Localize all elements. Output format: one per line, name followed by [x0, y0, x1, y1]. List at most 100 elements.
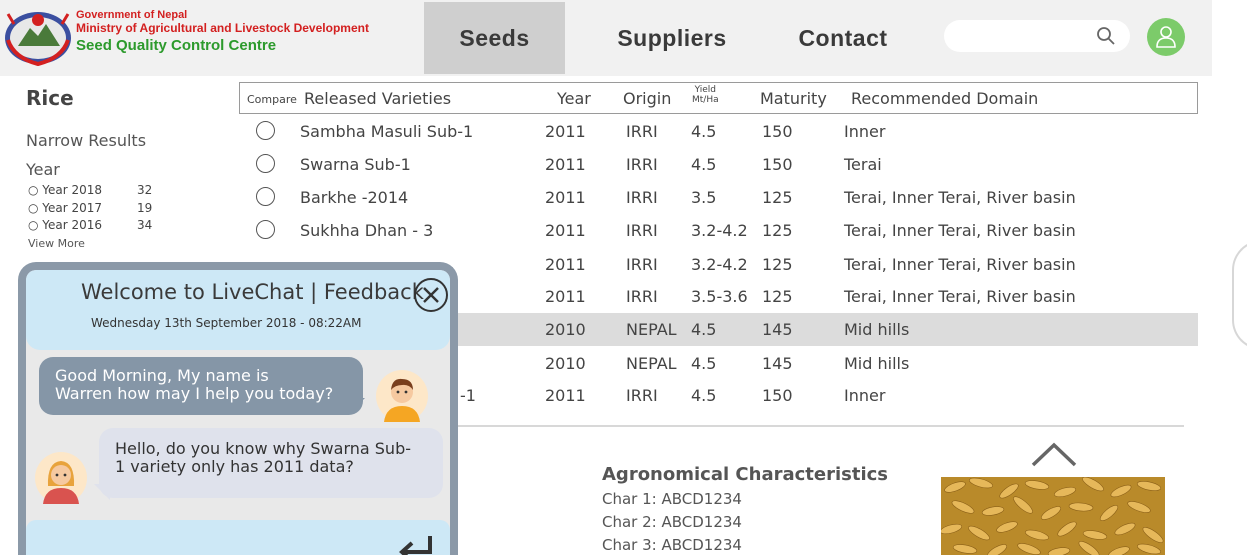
cell-variety: -1	[460, 386, 476, 405]
cell-origin: NEPAL	[626, 320, 677, 339]
table-row[interactable]: Barkhe -2014 2011 IRRI 3.5 125 Terai, In…	[240, 181, 1198, 214]
cell-yield: 3.2-4.2	[691, 255, 748, 274]
cell-maturity: 125	[762, 255, 793, 274]
user-message: Hello, do you know why Swarna Sub- 1 var…	[99, 428, 443, 498]
section-divider	[450, 425, 1184, 427]
filter-year-2017[interactable]: ○ Year 2017 19	[28, 201, 152, 215]
cell-domain: Terai, Inner Terai, River basin	[844, 188, 1076, 207]
filter-label: Year 2016	[42, 218, 103, 232]
bubble-tail	[94, 484, 110, 500]
table-row[interactable]: Sambha Masuli Sub-1 2011 IRRI 4.5 150 In…	[240, 115, 1198, 148]
agent-message-line: Warren how may I help you today?	[55, 384, 334, 403]
user-avatar-icon	[1156, 26, 1176, 48]
side-scroll-handle[interactable]	[1232, 240, 1247, 350]
year-filter-label: Year	[26, 160, 60, 179]
cell-origin: NEPAL	[626, 354, 677, 373]
cell-yield: 3.2-4.2	[691, 221, 748, 240]
search-input[interactable]	[944, 20, 1130, 52]
close-icon[interactable]	[413, 277, 449, 313]
compare-radio[interactable]	[256, 220, 275, 239]
org-line-1: Government of Nepal	[76, 9, 188, 21]
cell-maturity: 125	[762, 287, 793, 306]
cell-domain: Mid hills	[844, 354, 910, 373]
col-compare: Compare	[247, 93, 297, 106]
user-avatar-button[interactable]	[1147, 18, 1185, 56]
organization-name: Government of Nepal Ministry of Agricult…	[76, 9, 369, 55]
user-avatar-icon	[35, 452, 87, 504]
char-line: Char 2: ABCD1234	[602, 513, 742, 531]
cell-domain: Terai, Inner Terai, River basin	[844, 287, 1076, 306]
col-variety[interactable]: Released Varieties	[304, 89, 451, 108]
org-line-3: Seed Quality Control Centre	[76, 37, 277, 54]
cell-year: 2011	[545, 221, 586, 240]
char-line: Char 1: ABCD1234	[602, 490, 742, 508]
table-row[interactable]: Sukhha Dhan - 3 2011 IRRI 3.2-4.2 125 Te…	[240, 214, 1198, 247]
chat-message-input[interactable]	[26, 520, 450, 555]
col-yield-l1: Yield	[694, 85, 717, 95]
app-header: Government of Nepal Ministry of Agricult…	[0, 0, 1212, 76]
compare-radio[interactable]	[256, 154, 275, 173]
cell-origin: IRRI	[626, 122, 658, 141]
user-message-line: 1 variety only has 2011 data?	[115, 457, 354, 476]
cell-maturity: 125	[762, 188, 793, 207]
col-origin[interactable]: Origin	[623, 89, 671, 108]
col-maturity[interactable]: Maturity	[760, 89, 827, 108]
filter-count: 34	[137, 218, 153, 232]
cell-maturity: 150	[762, 386, 793, 405]
chevron-up-icon[interactable]	[1030, 440, 1078, 468]
cell-origin: IRRI	[626, 386, 658, 405]
col-yield[interactable]: Yield Mt/Ha	[692, 85, 719, 105]
tab-contact[interactable]: Contact	[778, 2, 908, 74]
category-title: Rice	[26, 86, 74, 110]
cell-yield: 4.5	[691, 386, 717, 405]
cell-year: 2010	[545, 354, 586, 373]
enter-send-icon[interactable]	[396, 532, 436, 555]
cell-origin: IRRI	[626, 287, 658, 306]
emblem-logo	[5, 12, 71, 66]
bubble-tail	[349, 398, 365, 414]
agronomical-title: Agronomical Characteristics	[602, 464, 889, 485]
cell-domain: Terai, Inner Terai, River basin	[844, 221, 1076, 240]
cell-year: 2011	[545, 255, 586, 274]
cell-yield: 4.5	[691, 320, 717, 339]
cell-year: 2010	[545, 320, 586, 339]
compare-radio[interactable]	[256, 121, 275, 140]
col-year[interactable]: Year	[557, 89, 591, 108]
search-icon[interactable]	[1096, 26, 1116, 46]
tab-seeds[interactable]: Seeds	[424, 2, 565, 74]
compare-radio[interactable]	[256, 187, 275, 206]
chat-header: Welcome to LiveChat | Feedback Wednesday…	[26, 270, 450, 350]
filter-count: 19	[137, 201, 153, 215]
cell-domain: Terai	[844, 155, 882, 174]
cell-year: 2011	[545, 122, 586, 141]
cell-origin: IRRI	[626, 155, 658, 174]
cell-variety: Barkhe -2014	[300, 188, 409, 207]
table-header: Compare Released Varieties Year Origin Y…	[239, 82, 1198, 114]
cell-year: 2011	[545, 155, 586, 174]
cell-yield: 4.5	[691, 354, 717, 373]
chat-title: Welcome to LiveChat | Feedback	[81, 280, 424, 304]
livechat-window: Welcome to LiveChat | Feedback Wednesday…	[18, 262, 458, 555]
filter-year-2018[interactable]: ○ Year 2018 32	[28, 183, 152, 197]
cell-maturity: 145	[762, 354, 793, 373]
cell-domain: Inner	[844, 122, 886, 141]
filter-label: Year 2017	[42, 201, 103, 215]
cell-origin: IRRI	[626, 221, 658, 240]
cell-variety: Sambha Masuli Sub-1	[300, 122, 474, 141]
agent-message-line: Good Morning, My name is	[55, 366, 269, 385]
tab-suppliers[interactable]: Suppliers	[596, 2, 748, 74]
cell-year: 2011	[545, 188, 586, 207]
cell-domain: Inner	[844, 386, 886, 405]
org-line-2: Ministry of Agricultural and Livestock D…	[76, 21, 369, 35]
agent-avatar-icon	[376, 370, 428, 422]
table-row[interactable]: Swarna Sub-1 2011 IRRI 4.5 150 Terai	[240, 148, 1198, 181]
view-more-link[interactable]: View More	[28, 237, 85, 250]
cell-maturity: 125	[762, 221, 793, 240]
cell-domain: Mid hills	[844, 320, 910, 339]
char-line: Char 3: ABCD1234	[602, 536, 742, 554]
cell-origin: IRRI	[626, 255, 658, 274]
filter-count: 32	[137, 183, 153, 197]
cell-maturity: 150	[762, 155, 793, 174]
col-domain[interactable]: Recommended Domain	[851, 89, 1038, 108]
filter-year-2016[interactable]: ○ Year 2016 34	[28, 218, 152, 232]
